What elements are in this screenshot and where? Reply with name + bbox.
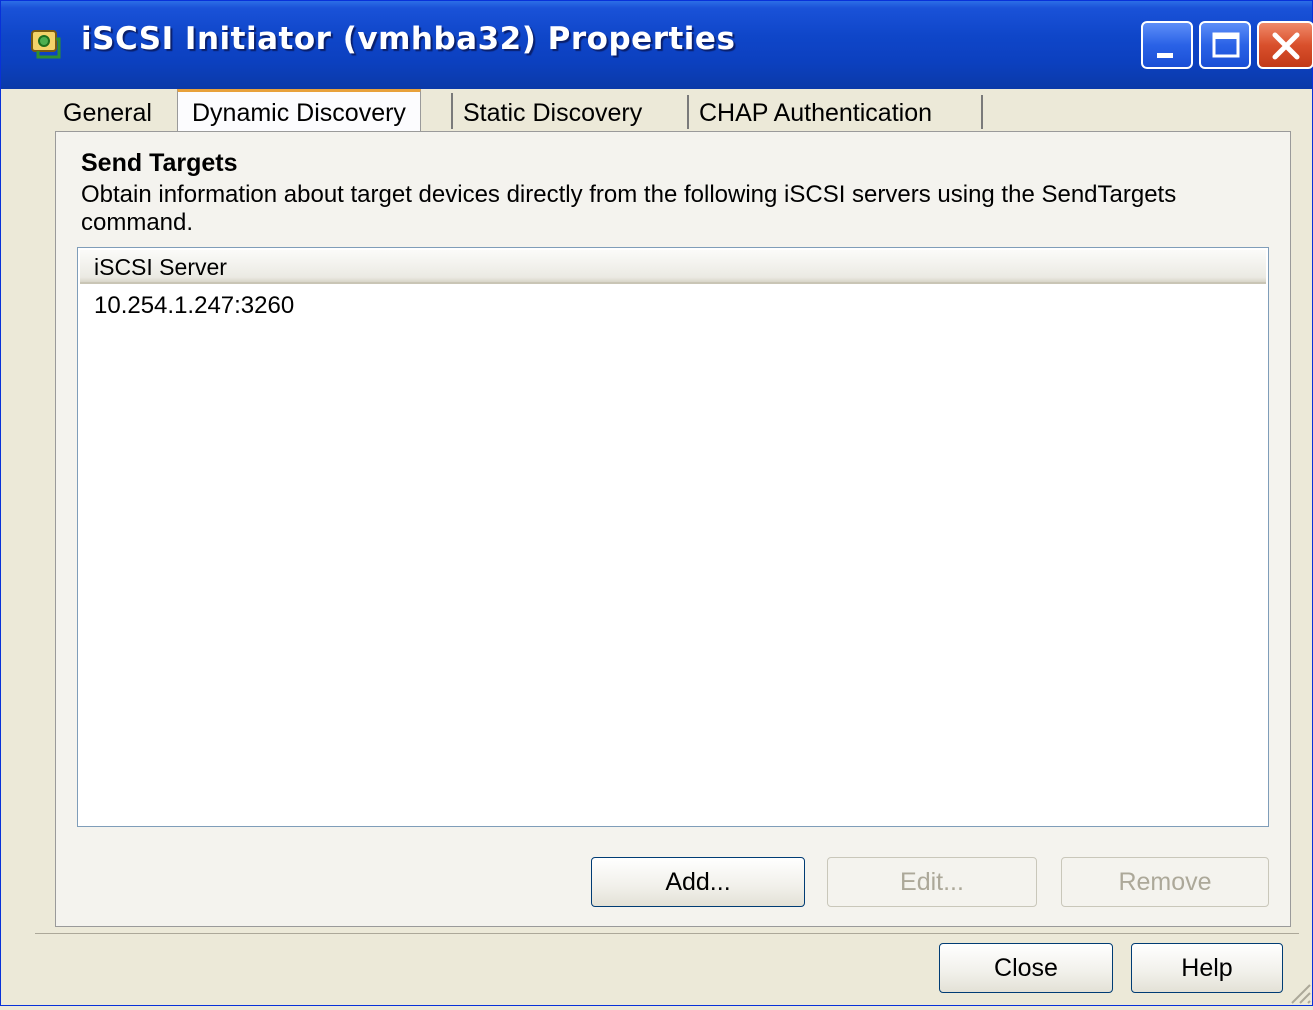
divider — [35, 933, 1299, 934]
close-icon — [1272, 32, 1300, 60]
list-item[interactable]: 10.254.1.247:3260 — [94, 292, 294, 320]
tab-static-discovery[interactable]: Static Discovery — [463, 97, 642, 129]
tab-chap-authentication[interactable]: CHAP Authentication — [699, 97, 932, 129]
section-title: Send Targets — [81, 149, 238, 177]
edit-button[interactable]: Edit... — [827, 857, 1037, 907]
column-header-label: iSCSI Server — [94, 254, 227, 280]
tab-general[interactable]: General — [63, 97, 152, 129]
remove-button[interactable]: Remove — [1061, 857, 1269, 907]
close-window-button[interactable] — [1257, 21, 1313, 69]
iscsi-server-list[interactable]: iSCSI Server 10.254.1.247:3260 — [77, 247, 1269, 827]
section-description: Obtain information about target devices … — [81, 181, 1177, 236]
help-button[interactable]: Help — [1131, 943, 1283, 993]
resize-grip-icon[interactable] — [1282, 975, 1312, 1005]
tab-separator — [687, 95, 689, 129]
close-button[interactable]: Close — [939, 943, 1113, 993]
iscsi-initiator-icon — [29, 25, 65, 61]
dialog-window: iSCSI Initiator (vmhba32) Properties Gen… — [0, 0, 1313, 1006]
minimize-button[interactable] — [1141, 21, 1193, 69]
tab-separator — [451, 93, 453, 129]
maximize-icon — [1212, 32, 1240, 58]
tab-separator — [981, 95, 983, 129]
add-button[interactable]: Add... — [591, 857, 805, 907]
minimize-icon — [1157, 53, 1173, 58]
column-header-iscsi-server[interactable]: iSCSI Server — [80, 250, 1266, 284]
title-bar[interactable]: iSCSI Initiator (vmhba32) Properties — [1, 1, 1313, 89]
tab-dynamic-discovery[interactable]: Dynamic Discovery — [177, 89, 421, 133]
maximize-button[interactable] — [1199, 21, 1251, 69]
window-title: iSCSI Initiator (vmhba32) Properties — [81, 21, 736, 57]
